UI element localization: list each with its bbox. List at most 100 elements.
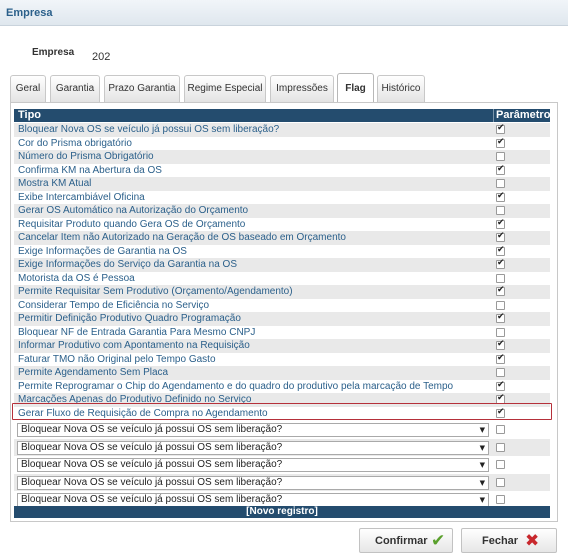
parameter-checkbox[interactable]: [496, 327, 505, 337]
table-row: Bloquear NF de Entrada Garantia Para Mes…: [14, 325, 550, 339]
table-row: Gerar Fluxo de Requisição de Compra no A…: [14, 406, 550, 420]
flag-type-select[interactable]: Bloquear Nova OS se veículo já possui OS…: [17, 440, 489, 455]
flag-label: Exibe Intercambiável Oficina: [18, 191, 145, 203]
parameter-checkbox[interactable]: [496, 258, 505, 269]
table-row: Faturar TMO não Original pelo Tempo Gast…: [14, 352, 550, 366]
header-parametro: Parâmetro: [493, 109, 550, 122]
parameter-checkbox[interactable]: [496, 179, 505, 188]
parameter-checkbox[interactable]: [496, 442, 505, 452]
parameter-checkbox[interactable]: [496, 368, 505, 377]
flag-type-selected: Bloquear Nova OS se veículo já possui OS…: [21, 476, 283, 488]
table-row: Informar Produtivo com Apontamento na Re…: [14, 339, 550, 353]
window-titlebar: Empresa: [0, 0, 568, 26]
company-value: 202: [92, 51, 111, 63]
parameter-checkbox[interactable]: [496, 460, 505, 469]
flag-type-select[interactable]: Bloquear Nova OS se veículo já possui OS…: [17, 475, 489, 490]
flag-label: Mostra KM Atual: [18, 178, 92, 189]
parameter-checkbox[interactable]: [496, 407, 505, 418]
parameter-checkbox[interactable]: [496, 164, 505, 175]
flag-label: Motorista da OS é Pessoa: [18, 272, 135, 284]
parameter-checkbox[interactable]: [496, 425, 505, 434]
close-button[interactable]: Fechar ✖: [461, 528, 557, 553]
flag-type-select[interactable]: Bloquear Nova OS se veículo já possui OS…: [17, 458, 489, 472]
parameter-checkbox[interactable]: [496, 339, 505, 350]
table-row: Confirma KM na Abertura da OS: [14, 163, 550, 177]
tab-regime-especial[interactable]: Regime Especial: [184, 75, 266, 102]
flag-label: Permite Agendamento Sem Placa: [18, 367, 169, 378]
tab-flag[interactable]: Flag: [337, 73, 374, 103]
table-row: Considerar Tempo de Eficiência no Serviç…: [14, 298, 550, 312]
parameter-checkbox[interactable]: [496, 206, 505, 215]
parameter-checkbox[interactable]: [496, 273, 505, 283]
flag-label: Permite Reprogramar o Chip do Agendament…: [18, 380, 454, 392]
chevron-down-icon: ▼: [479, 496, 485, 504]
parameter-checkbox[interactable]: [496, 191, 505, 202]
close-label: Fechar: [482, 535, 519, 547]
table-row: Requisitar Produto quando Gera OS de Orç…: [14, 217, 550, 231]
company-info: Empresa 202: [10, 36, 558, 72]
parameter-checkbox[interactable]: [496, 245, 505, 256]
parameter-checkbox[interactable]: [496, 477, 505, 487]
flag-type-select[interactable]: Bloquear Nova OS se veículo já possui OS…: [17, 423, 489, 437]
parameter-checkbox[interactable]: [496, 123, 505, 134]
flag-type-selected: Bloquear Nova OS se veículo já possui OS…: [21, 424, 283, 435]
tab-geral[interactable]: Geral: [10, 75, 46, 102]
parameter-checkbox[interactable]: [496, 218, 505, 229]
header-tipo: Tipo: [18, 109, 42, 121]
flag-type-select[interactable]: Bloquear Nova OS se veículo já possui OS…: [17, 493, 489, 507]
table-row: Permitir Definição Produtivo Quadro Prog…: [14, 312, 550, 326]
table-row: Permite Agendamento Sem Placa: [14, 366, 550, 380]
flag-rows: Bloquear Nova OS se veículo já possui OS…: [14, 123, 550, 420]
flag-type-selected: Bloquear Nova OS se veículo já possui OS…: [21, 459, 283, 470]
check-icon: ✔: [431, 531, 446, 551]
flag-label: Permitir Definição Produtivo Quadro Prog…: [18, 313, 241, 324]
tab-historico[interactable]: Histórico: [377, 75, 425, 102]
parameter-checkbox[interactable]: [496, 285, 505, 296]
window-title: Empresa: [6, 7, 53, 19]
new-flag-row: Bloquear Nova OS se veículo já possui OS…: [14, 456, 550, 474]
parameter-checkbox[interactable]: [496, 231, 505, 242]
table-row: Motorista da OS é Pessoa: [14, 271, 550, 285]
flag-type-selected: Bloquear Nova OS se veículo já possui OS…: [21, 441, 283, 453]
chevron-down-icon: ▼: [479, 443, 485, 452]
parameter-checkbox[interactable]: [496, 300, 505, 310]
table-row: Mostra KM Atual: [14, 177, 550, 191]
parameter-checkbox[interactable]: [496, 393, 505, 404]
table-row: Exige Informações do Serviço da Garantia…: [14, 258, 550, 272]
flag-label: Cancelar Item não Autorizado na Geração …: [18, 232, 346, 243]
new-flag-row: Bloquear Nova OS se veículo já possui OS…: [14, 438, 550, 456]
flag-label: Bloquear Nova OS se veículo já possui OS…: [18, 124, 280, 135]
flag-label: Permite Requisitar Sem Produtivo (Orçame…: [18, 286, 293, 297]
flag-type-selected: Bloquear Nova OS se veículo já possui OS…: [21, 494, 283, 505]
parameter-checkbox[interactable]: [496, 353, 505, 364]
chevron-down-icon: ▼: [479, 461, 485, 469]
parameter-checkbox[interactable]: [496, 380, 505, 391]
table-row: Bloquear Nova OS se veículo já possui OS…: [14, 123, 550, 137]
flag-label: Exige Informações do Serviço da Garantia…: [18, 259, 238, 270]
flag-label: Gerar Fluxo de Requisição de Compra no A…: [18, 407, 268, 419]
flag-label: Informar Produtivo com Apontamento na Re…: [18, 340, 250, 351]
parameter-checkbox[interactable]: [496, 152, 505, 161]
chevron-down-icon: ▼: [479, 478, 485, 487]
flag-label: Requisitar Produto quando Gera OS de Orç…: [18, 218, 246, 230]
flag-label: Faturar TMO não Original pelo Tempo Gast…: [18, 353, 216, 365]
chevron-down-icon: ▼: [479, 426, 485, 434]
table-header: Tipo Parâmetro: [14, 109, 550, 122]
tab-prazo-garantia[interactable]: Prazo Garantia: [104, 75, 180, 102]
confirm-label: Confirmar: [375, 535, 428, 547]
close-icon: ✖: [525, 531, 540, 551]
flag-label: Número do Prisma Obrigatório: [18, 151, 154, 162]
parameter-checkbox[interactable]: [496, 137, 505, 148]
parameter-checkbox[interactable]: [496, 312, 505, 323]
tab-garantia[interactable]: Garantia: [50, 75, 100, 102]
parameter-checkbox[interactable]: [496, 495, 505, 504]
tab-impressoes[interactable]: Impressões: [270, 75, 334, 102]
table-row: Exige Informações de Garantia na OS: [14, 244, 550, 258]
flag-label: Exige Informações de Garantia na OS: [18, 245, 187, 257]
tab-bar: Geral Garantia Prazo Garantia Regime Esp…: [10, 73, 558, 103]
new-record-link[interactable]: [Novo registro]: [14, 506, 550, 518]
table-row: Exibe Intercambiável Oficina: [14, 190, 550, 204]
confirm-button[interactable]: Confirmar ✔: [359, 528, 453, 553]
new-flag-row: Bloquear Nova OS se veículo já possui OS…: [14, 421, 550, 439]
flag-label: Gerar OS Automático na Autorização do Or…: [18, 205, 249, 216]
